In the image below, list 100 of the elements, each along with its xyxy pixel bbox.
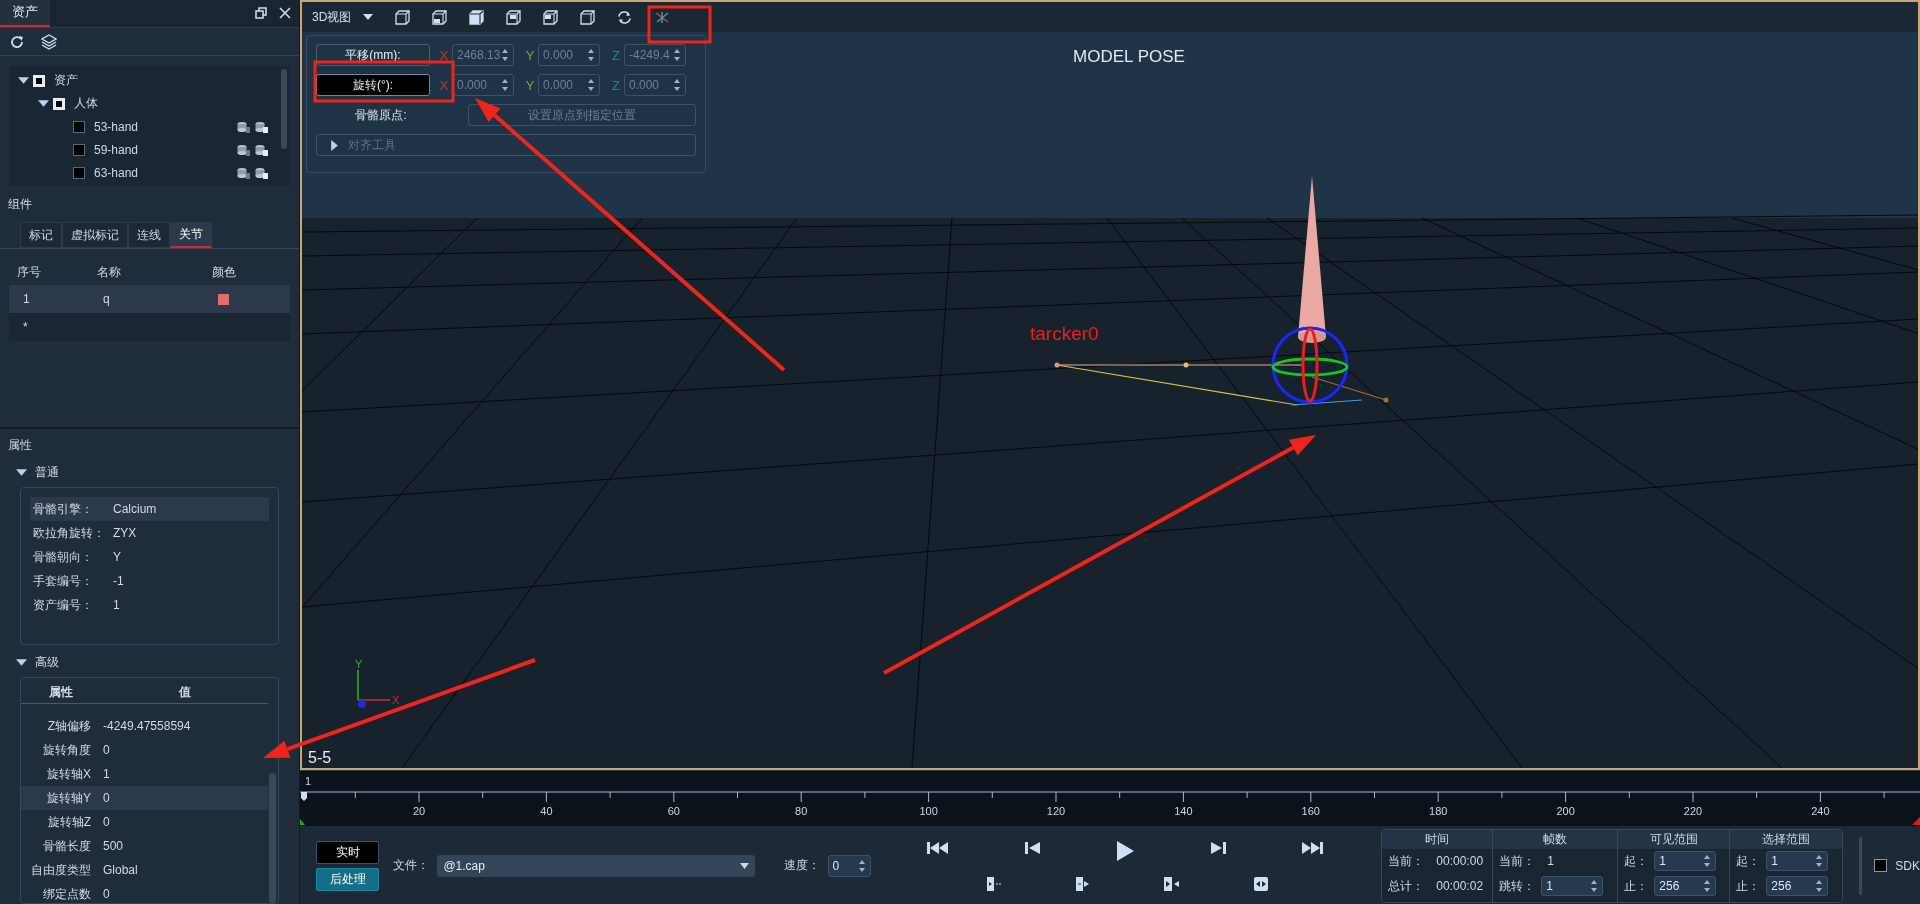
component-tab[interactable]: 虚拟标记 [62,222,128,249]
property-row[interactable]: 骨骼朝向： Y [30,545,269,569]
mode-button[interactable]: 后处理 [316,867,380,891]
spin-box[interactable]: 0 [827,854,872,877]
color-swatch[interactable] [218,294,229,305]
info-value: 1 [1547,854,1555,868]
tree-item-label[interactable]: 59-hand [94,143,139,157]
step-forward-icon[interactable] [1209,840,1226,855]
info-header: 可见范围 [1618,829,1730,849]
spin-box[interactable]: 1 [1654,851,1717,871]
skip-end-icon[interactable] [1301,840,1324,855]
close-icon[interactable] [279,7,291,20]
expand-caret-icon[interactable] [16,656,27,668]
view-menu[interactable]: 3D视图 [312,8,374,26]
sdk-checkbox[interactable] [1874,859,1888,872]
property-value: 500 [102,839,125,853]
scrollbar[interactable] [269,773,276,903]
column-header: 序号 [16,264,42,281]
expand-caret-icon[interactable] [16,466,27,478]
new-row-marker: * [22,320,29,335]
ruler-label: 220 [1683,805,1703,817]
file-label: 文件： [393,857,430,874]
tree-checkbox[interactable] [73,144,85,156]
property-value: 1 [102,767,111,781]
component-tab[interactable]: 关节 [170,222,212,249]
info-label: 止： [1624,877,1649,895]
tree-item-label[interactable]: 63-hand [94,166,139,180]
play-icon[interactable] [1116,840,1135,861]
disk-stack-icon[interactable] [255,121,268,133]
table-row[interactable]: 1 q [9,285,290,314]
property-label: 欧拉角旋转： [33,524,106,542]
property-row[interactable]: 旋转轴Y 0 [21,786,268,810]
step-back-icon[interactable] [1024,840,1041,855]
property-row[interactable]: 旋转角度 0 [21,738,268,762]
expand-caret-icon[interactable] [17,75,29,87]
property-label: 资产编号： [33,596,94,614]
info-header: 选择范围 [1730,829,1843,849]
axis-letter: X [438,77,450,93]
disk-stack-icon[interactable] [237,167,250,179]
info-label: 起： [1736,852,1761,870]
range-end-marker [1912,817,1920,825]
ruler-label: 140 [1174,805,1193,817]
layers-icon[interactable] [41,33,57,50]
disk-stack-icon[interactable] [237,144,250,156]
ruler-label: 200 [1556,805,1575,817]
tree-item-label[interactable]: 53-hand [94,120,139,134]
section-heading[interactable]: 普通 [35,463,59,481]
restore-window-icon[interactable] [255,7,267,20]
property-row[interactable]: 旋转轴X 1 [21,762,268,786]
section-title: 属性 [7,437,33,454]
pose-mode-button[interactable]: 旋转(°): [316,74,430,96]
spin-box[interactable]: 1 [1766,851,1829,871]
mark-in-icon[interactable] [987,876,1002,891]
property-row[interactable]: 资产编号： 1 [30,593,269,617]
file-dropdown[interactable]: @1.cap [437,854,755,877]
mode-button[interactable]: 实时 [316,840,380,864]
property-row[interactable]: 骨骼引擎： Calcium [30,497,269,521]
component-tab[interactable]: 连线 [128,222,170,249]
tree-checkbox[interactable] [73,121,85,133]
arrows-in-icon[interactable] [1163,876,1180,891]
column-header: 名称 [96,264,122,281]
property-row[interactable]: 自由度类型 Global [21,858,268,882]
property-row[interactable]: 绑定点数 0 [21,882,268,904]
property-row[interactable]: Z轴偏移 -4249.47558594 [21,714,268,738]
column-header: 属性 [48,683,74,701]
cube-icon[interactable] [469,9,485,25]
scrollbar[interactable] [281,69,287,150]
arrows-out-icon[interactable] [1254,876,1269,891]
refresh-icon[interactable] [9,33,25,50]
component-tab[interactable]: 标记 [20,222,62,249]
disk-stack-icon[interactable] [237,121,250,133]
property-row[interactable]: 骨骼长度 500 [21,834,268,858]
disk-stack-icon[interactable] [255,144,268,156]
spin-box[interactable]: 256 [1766,876,1829,896]
tree-item-label[interactable]: 人体 [74,95,98,113]
property-row[interactable]: 手套编号： -1 [30,569,269,593]
skip-start-icon[interactable] [927,840,950,855]
table-cell-text: 1 [22,292,31,307]
panel-tab[interactable]: 资产 [0,0,50,27]
mark-out-icon[interactable] [1075,876,1090,891]
info-value: 00:00:02 [1436,879,1484,893]
axes-icon[interactable] [654,9,671,25]
view-corner-label: 5-5 [308,749,332,766]
spin-arrows-icon [673,78,681,92]
pose-mode-button[interactable]: 平移(mm): [316,44,430,66]
property-row[interactable]: 旋转轴Z 0 [21,810,268,834]
axis-letter: Z [611,47,621,63]
expand-caret-icon[interactable] [329,139,340,151]
section-heading[interactable]: 高级 [35,653,59,671]
refresh-icon[interactable] [617,9,633,25]
spin-arrows-icon [501,78,509,92]
expand-caret-icon[interactable] [37,98,49,110]
property-label: Z轴偏移 [46,717,91,735]
tree-checkbox[interactable] [73,167,85,179]
tree-item-label[interactable]: 资产 [54,72,78,90]
disk-stack-icon[interactable] [255,167,268,179]
property-row[interactable]: 欧拉角旋转： ZYX [30,521,269,545]
spin-box[interactable]: 1 [1541,876,1604,896]
spin-box[interactable]: 256 [1654,876,1717,896]
property-value: -4249.47558594 [102,719,192,733]
